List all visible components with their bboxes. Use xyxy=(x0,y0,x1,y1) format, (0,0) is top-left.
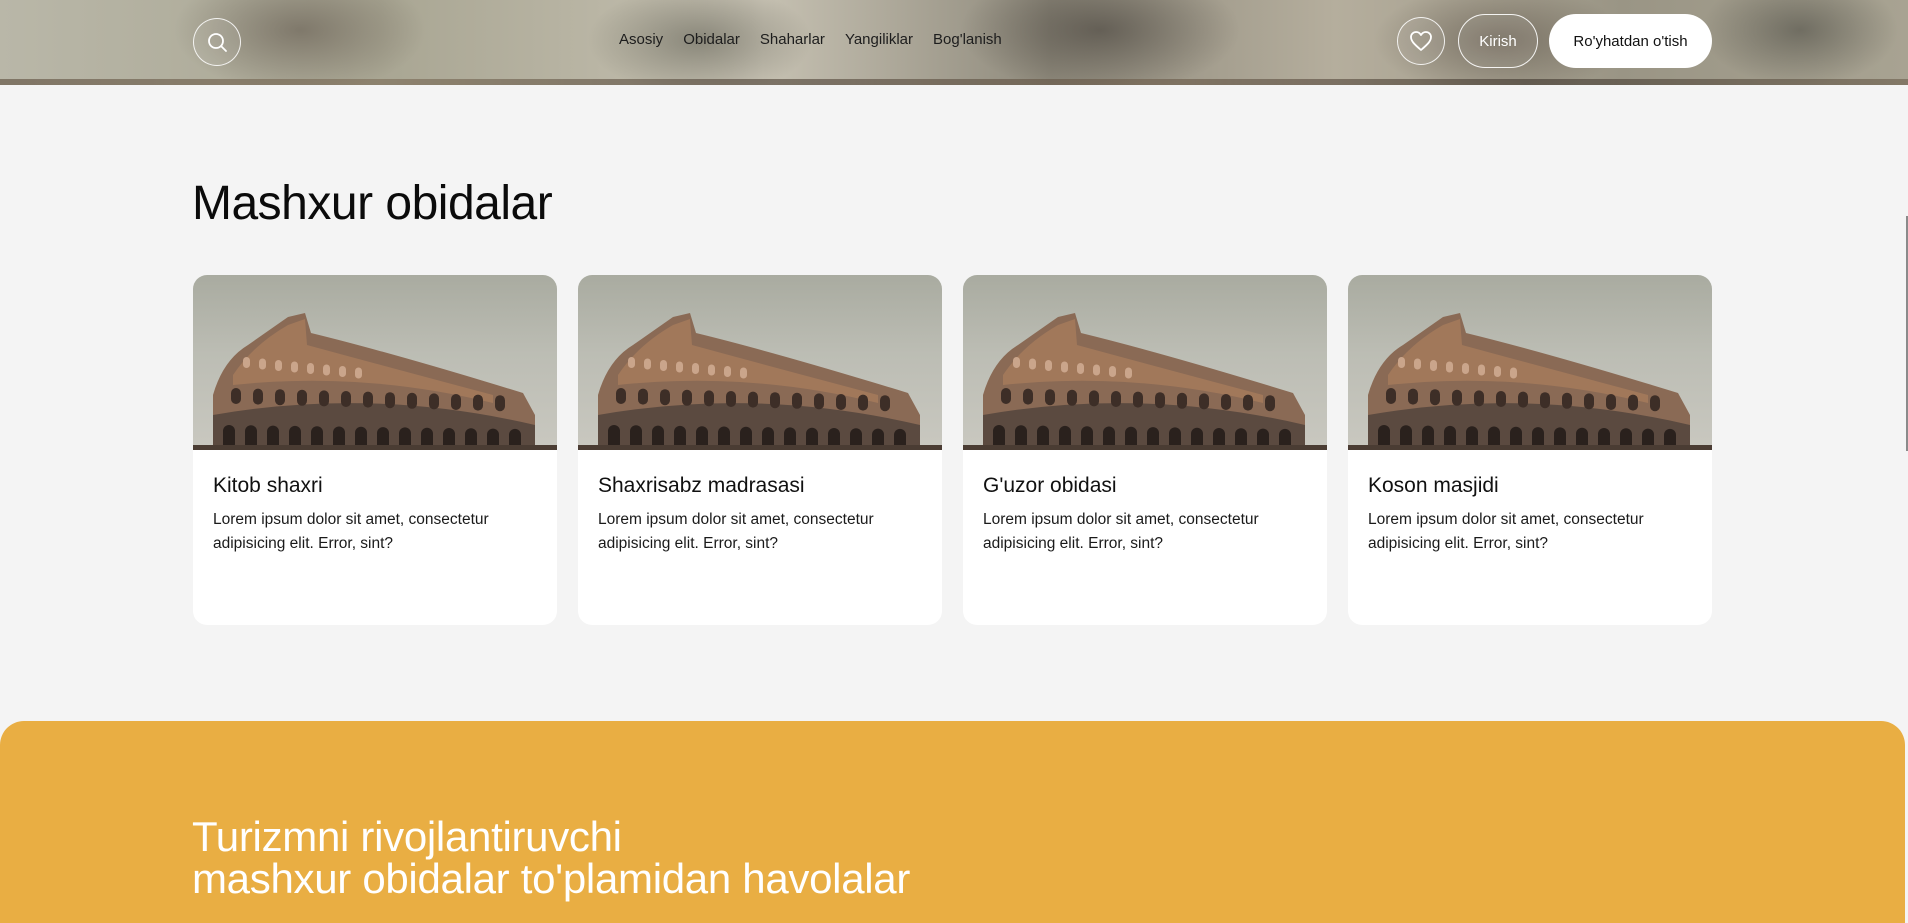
search-icon xyxy=(208,33,227,52)
login-button[interactable]: Kirish xyxy=(1458,14,1538,68)
card-image xyxy=(578,275,942,450)
card-image xyxy=(1348,275,1712,450)
nav-link-shaharlar[interactable]: Shaharlar xyxy=(760,31,825,48)
search-button[interactable] xyxy=(193,18,241,66)
colosseum-photo xyxy=(1348,313,1712,450)
colosseum-photo xyxy=(963,313,1327,450)
banner-title-line-1: Turizmni rivojlantiruvchi xyxy=(192,813,622,860)
promo-banner: Turizmni rivojlantiruvchi mashxur obidal… xyxy=(0,721,1905,923)
card-description: Lorem ipsum dolor sit amet, consectetur … xyxy=(1368,511,1644,552)
card-shaxrisabz-madrasasi[interactable]: Shaxrisabz madrasasi Lorem ipsum dolor s… xyxy=(578,275,942,625)
card-description: Lorem ipsum dolor sit amet, consectetur … xyxy=(213,511,489,552)
card-title: Koson masjidi xyxy=(1368,474,1499,497)
card-title: Kitob shaxri xyxy=(213,474,323,497)
card-title: Shaxrisabz madrasasi xyxy=(598,474,805,497)
colosseum-photo xyxy=(578,313,942,450)
card-kitob-shaxri[interactable]: Kitob shaxri Lorem ipsum dolor sit amet,… xyxy=(193,275,557,625)
nav-link-boglanish[interactable]: Bog'lanish xyxy=(933,31,1002,48)
colosseum-photo xyxy=(193,313,557,450)
card-description: Lorem ipsum dolor sit amet, consectetur … xyxy=(598,511,874,552)
card-description: Lorem ipsum dolor sit amet, consectetur … xyxy=(983,511,1259,552)
favorites-button[interactable] xyxy=(1397,17,1445,65)
card-image xyxy=(963,275,1327,450)
banner-title-line-2: mashxur obidalar to'plamidan havolalar xyxy=(192,855,911,902)
cards-grid: Kitob shaxri Lorem ipsum dolor sit amet,… xyxy=(193,275,1712,625)
site-header: Asosiy Obidalar Shaharlar Yangiliklar Bo… xyxy=(0,0,1908,85)
nav-link-yangiliklar[interactable]: Yangiliklar xyxy=(845,31,913,48)
card-image xyxy=(193,275,557,450)
card-guzor-obidasi[interactable]: G'uzor obidasi Lorem ipsum dolor sit ame… xyxy=(963,275,1327,625)
banner-title: Turizmni rivojlantiruvchi mashxur obidal… xyxy=(192,816,910,900)
nav-link-obidalar[interactable]: Obidalar xyxy=(683,31,740,48)
card-title: G'uzor obidasi xyxy=(983,474,1117,497)
nav-link-asosiy[interactable]: Asosiy xyxy=(619,31,663,48)
main-nav: Asosiy Obidalar Shaharlar Yangiliklar Bo… xyxy=(619,31,1002,48)
card-koson-masjidi[interactable]: Koson masjidi Lorem ipsum dolor sit amet… xyxy=(1348,275,1712,625)
register-button[interactable]: Ro'yhatdan o'tish xyxy=(1549,14,1712,68)
heart-icon xyxy=(1410,31,1432,51)
section-title: Mashxur obidalar xyxy=(192,177,553,230)
